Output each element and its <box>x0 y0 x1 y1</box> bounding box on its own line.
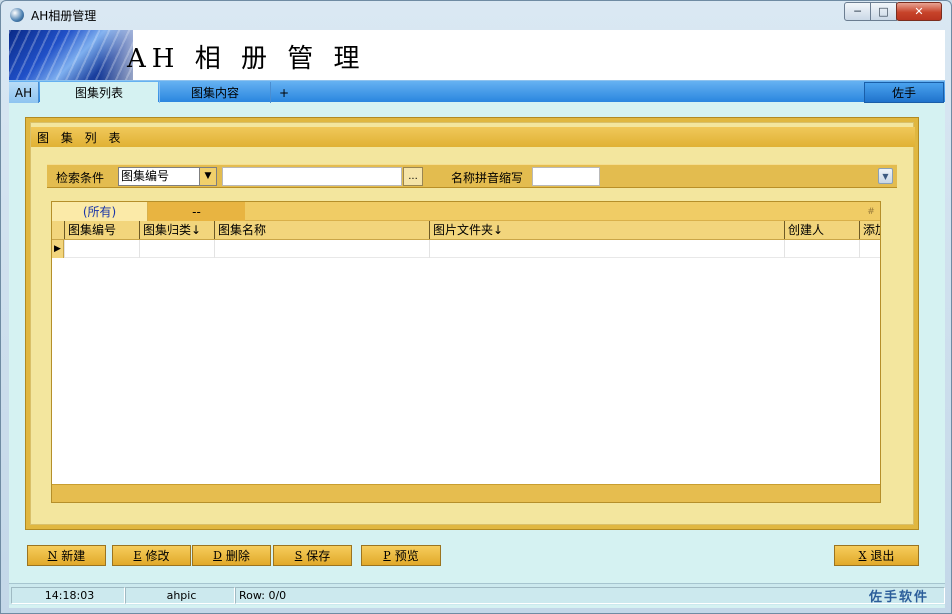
album-list-panel: 图 集 列 表 检索条件 图集编号 ▼ ... 名称拼音缩写 ▼ (所有) --… <box>25 117 919 530</box>
table-row[interactable]: ▶ <box>52 240 880 258</box>
status-user: ahpic <box>125 587 235 604</box>
delete-button-label: 删除 <box>225 549 250 563</box>
row-indicator-header <box>52 221 64 239</box>
status-time: 14:18:03 <box>11 587 125 604</box>
window-title: AH相册管理 <box>31 9 97 23</box>
column-header-added[interactable]: 添加 <box>859 221 880 239</box>
grid-footer <box>52 484 880 502</box>
panel-title: 图 集 列 表 <box>37 131 125 145</box>
maximize-button[interactable]: □ <box>870 2 897 21</box>
minimize-button[interactable]: ─ <box>844 2 871 21</box>
column-header-creator[interactable]: 创建人 <box>784 221 859 239</box>
save-button-label: 保存 <box>306 549 331 563</box>
new-button-label: 新建 <box>61 549 86 563</box>
grid-hash-marker: # <box>867 206 875 217</box>
tab-bar: AH 图集列表 图集内容 + 佐手 <box>9 80 945 103</box>
filter-tab-dash[interactable]: -- <box>148 202 245 221</box>
filter-tab-all[interactable]: (所有) <box>52 202 148 221</box>
status-bar: 14:18:03 ahpic Row: 0/0 佐手软件 <box>9 583 945 605</box>
status-row-count: Row: 0/0 <box>235 587 945 604</box>
add-tab-button[interactable]: + <box>271 82 297 103</box>
delete-button[interactable]: D 删除 <box>192 545 271 566</box>
brand-logo: 佐手软件 <box>869 590 930 605</box>
grid-header: 图集编号 图集归类↓ 图集名称 图片文件夹↓ 创建人 添加 <box>52 221 880 240</box>
hotkey-x: X <box>858 549 867 562</box>
banner-title: AH 相 册 管 理 <box>127 44 366 74</box>
tab-album-list[interactable]: 图集列表 <box>40 82 158 103</box>
table-cell[interactable] <box>784 240 859 258</box>
search-condition-label: 检索条件 <box>56 171 105 185</box>
grid-filter-tabs: (所有) -- # <box>52 202 880 221</box>
search-field-value: 图集编号 <box>121 169 170 183</box>
preview-button-label: 预览 <box>394 549 419 563</box>
tab-album-content[interactable]: 图集内容 <box>159 82 271 103</box>
hotkey-p: P <box>383 549 391 562</box>
pinyin-label: 名称拼音缩写 <box>451 171 524 185</box>
edit-button[interactable]: E 修改 <box>112 545 191 566</box>
hotkey-e: E <box>133 549 142 562</box>
app-window: AH相册管理 ─ □ ✕ AH 相 册 管 理 AH 图集列表 图集内容 + 佐… <box>0 0 952 614</box>
new-button[interactable]: N 新建 <box>27 545 106 566</box>
dropdown-arrow-icon[interactable]: ▼ <box>199 168 216 185</box>
exit-button[interactable]: X 退出 <box>834 545 919 566</box>
table-cell[interactable] <box>64 240 139 258</box>
edit-button-label: 修改 <box>145 549 170 563</box>
column-header-category[interactable]: 图集归类↓ <box>139 221 214 239</box>
current-row-arrow-icon: ▶ <box>52 240 64 258</box>
search-input[interactable] <box>222 167 402 186</box>
hotkey-s: S <box>294 549 303 562</box>
column-header-album-name[interactable]: 图集名称 <box>214 221 429 239</box>
save-button[interactable]: S 保存 <box>273 545 352 566</box>
hotkey-n: N <box>47 549 58 562</box>
album-grid[interactable]: (所有) -- # 图集编号 图集归类↓ 图集名称 图片文件夹↓ 创建人 添加 <box>51 201 881 503</box>
title-bar[interactable]: AH相册管理 ─ □ ✕ <box>1 1 951 29</box>
browse-button[interactable]: ... <box>403 167 423 186</box>
globe-icon <box>10 8 24 22</box>
hotkey-d: D <box>213 549 222 562</box>
panel-body: 图 集 列 表 检索条件 图集编号 ▼ ... 名称拼音缩写 ▼ (所有) --… <box>30 122 915 525</box>
banner: AH 相 册 管 理 <box>9 30 945 80</box>
table-cell[interactable] <box>859 240 880 258</box>
column-header-album-id[interactable]: 图集编号 <box>64 221 139 239</box>
search-bar: 检索条件 图集编号 ▼ ... 名称拼音缩写 ▼ <box>47 164 897 188</box>
client-area: AH 相 册 管 理 AH 图集列表 图集内容 + 佐手 图 集 列 表 检索条… <box>9 30 945 608</box>
column-header-folder[interactable]: 图片文件夹↓ <box>429 221 784 239</box>
expand-chevron-icon[interactable]: ▼ <box>878 168 893 184</box>
tab-user[interactable]: 佐手 <box>864 82 944 103</box>
search-field-select[interactable]: 图集编号 ▼ <box>118 167 217 186</box>
table-cell[interactable] <box>429 240 784 258</box>
panel-header: 图 集 列 表 <box>31 127 915 147</box>
preview-button[interactable]: P 预览 <box>361 545 441 566</box>
tab-ah[interactable]: AH <box>9 82 39 103</box>
exit-button-label: 退出 <box>870 549 895 563</box>
table-cell[interactable] <box>214 240 429 258</box>
close-button[interactable]: ✕ <box>896 2 942 21</box>
pinyin-input[interactable] <box>532 167 600 186</box>
table-cell[interactable] <box>139 240 214 258</box>
